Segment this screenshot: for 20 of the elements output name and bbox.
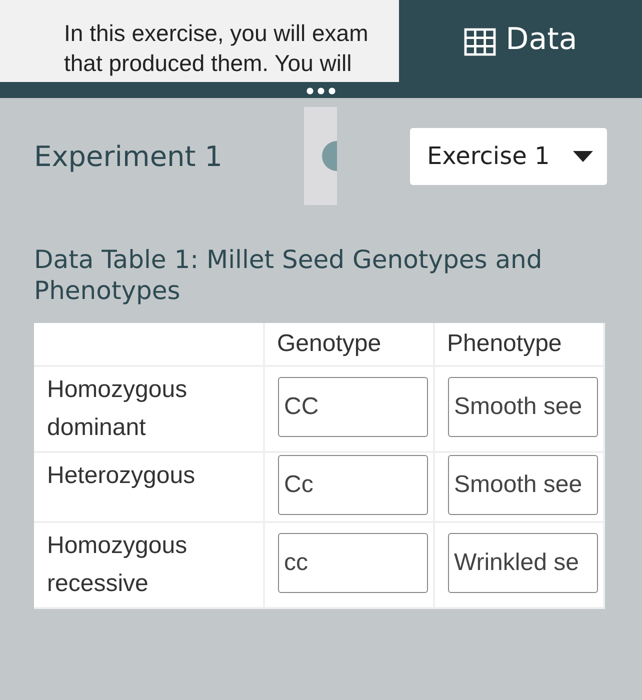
column-header: Genotype [265,323,435,367]
intro-text: In this exercise, you will exam [64,19,368,48]
row-label: Homozygous recessive [34,523,265,609]
table-title: Data Table 1: Millet Seed Genotypes and Phenotypes [34,244,544,306]
genotype-field[interactable]: Cc [278,455,428,515]
phenotype-field[interactable]: Wrinkled se [448,533,598,593]
table-icon [464,28,496,56]
intro-text: that produced them. You will [64,49,352,78]
drag-handle-icon[interactable] [306,87,336,95]
exercise-dropdown[interactable]: Exercise 1 [410,128,607,184]
row-label: Heterozygous [34,453,265,523]
experiment-title: Experiment 1 [34,140,224,172]
phenotype-field[interactable]: Smooth see [448,377,598,437]
genotype-field[interactable]: cc [278,533,428,593]
column-header: Phenotype [435,323,605,367]
phenotype-field[interactable]: Smooth see [448,455,598,515]
row-label: Homozygous dominant [34,367,265,453]
toggle-handle[interactable] [304,107,337,205]
caret-icon [573,150,593,162]
genotype-field[interactable]: CC [278,377,428,437]
